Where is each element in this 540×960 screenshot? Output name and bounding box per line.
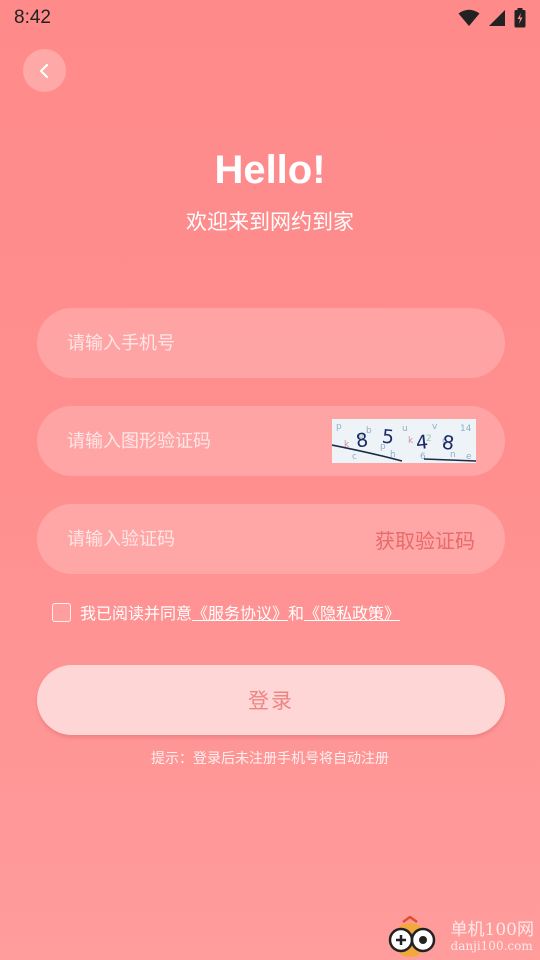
svg-text:u: u [402,424,408,434]
agreement-checkbox[interactable] [52,602,71,622]
phone-field[interactable] [37,308,505,378]
page-title: Hello! [214,148,326,192]
watermark-title: 单机100网 [450,920,534,941]
signal-icon [489,10,505,26]
phone-input[interactable] [67,332,475,354]
service-agreement-link[interactable]: 《服务协议》 [192,600,288,624]
agreement-and: 和 [288,604,305,623]
watermark-logo-icon [388,916,435,957]
wifi-icon [458,9,480,26]
battery-icon [514,8,526,28]
sms-code-input[interactable] [67,528,375,550]
svg-text:p: p [336,422,342,432]
captcha-field[interactable]: pcb hu6 vn14 kk 9pe 28 8 5 4 8 [37,406,505,476]
captcha-image[interactable]: pcb hu6 v n 14 kk 9pe 28 8 5 4 8 [332,419,476,463]
register-hint: 提示：登录后未注册手机号将自动注册 [151,751,389,767]
captcha-digit: 5 [381,426,395,449]
svg-text:k: k [408,436,414,446]
privacy-policy-link[interactable]: 《隐私政策》 [304,600,400,624]
agreement-row: 我已阅读并同意 《服务协议》 和 《隐私政策》 [52,600,400,624]
page-subtitle: 欢迎来到网约到家 [186,210,354,234]
status-icons [458,8,526,28]
status-time: 8:42 [14,7,51,28]
agreement-prefix: 我已阅读并同意 [80,604,193,623]
captcha-digit: 4 [415,431,429,454]
svg-text:14: 14 [460,424,472,434]
svg-text:v: v [432,422,438,432]
get-code-button[interactable]: 获取验证码 [375,525,475,554]
watermark: 单机100网 danji100.com [383,916,534,958]
sms-code-field[interactable]: 获取验证码 [37,504,505,574]
login-button[interactable]: 登录 [37,665,505,735]
svg-text:c: c [352,452,357,462]
captcha-noise: pcb hu6 vn14 kk 9pe 28 8 5 4 8 [332,419,476,463]
chevron-left-icon [39,63,48,78]
status-bar: 8:42 [0,0,540,36]
watermark-url: danji100.com [450,938,533,953]
back-button[interactable] [23,49,66,92]
